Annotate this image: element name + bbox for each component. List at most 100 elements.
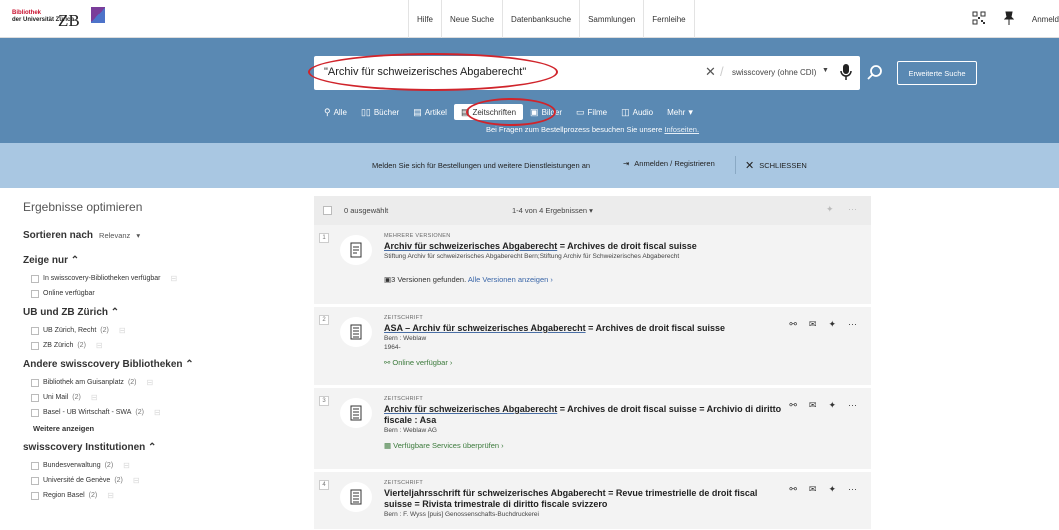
exclude-icon[interactable]: ⊟ bbox=[133, 476, 140, 485]
checkbox[interactable] bbox=[31, 461, 39, 470]
more-actions-icon[interactable]: ··· bbox=[848, 484, 857, 495]
nav-datenbanksuche[interactable]: Datenbanksuche bbox=[502, 0, 579, 38]
tab-buecher[interactable]: ▯▯ Bücher bbox=[354, 104, 406, 120]
result-type: ZEITSCHRIFT bbox=[384, 315, 424, 321]
tab-label: Bücher bbox=[373, 107, 400, 117]
more-actions-icon[interactable]: ··· bbox=[848, 400, 857, 411]
facet-label: Université de Genève bbox=[43, 477, 111, 484]
checkbox[interactable] bbox=[31, 341, 39, 350]
result-item[interactable]: 3 ZEITSCHRIFT Archiv für schweizerisches… bbox=[314, 388, 871, 472]
result-date: 1964- bbox=[384, 344, 401, 351]
facet-group-title[interactable]: Andere swisscovery Bibliotheken ⌃ bbox=[23, 359, 283, 370]
facet-item[interactable]: Bundesverwaltung (2) ⊟ bbox=[31, 458, 283, 473]
facet-group-title[interactable]: swisscovery Institutionen ⌃ bbox=[23, 442, 283, 453]
checkbox[interactable] bbox=[31, 274, 39, 283]
result-title[interactable]: Archiv für schweizerisches Abgaberecht =… bbox=[384, 241, 784, 252]
email-icon[interactable]: ✉ bbox=[809, 319, 817, 330]
facet-item[interactable]: In swisscovery-Bibliotheken verfügbar ⊟ bbox=[31, 271, 283, 286]
nav-sammlungen[interactable]: Sammlungen bbox=[579, 0, 643, 38]
sort-control[interactable]: Sortieren nach Relevanz ▾ bbox=[23, 230, 283, 241]
chevron-down-icon[interactable]: ▼ bbox=[822, 67, 829, 74]
result-title[interactable]: Vierteljahrsschrift für schweizerisches … bbox=[384, 488, 784, 510]
facet-item[interactable]: UB Zürich, Recht (2) ⊟ bbox=[31, 323, 283, 338]
facet-item[interactable]: Uni Mail (2) ⊟ bbox=[31, 390, 283, 405]
login-link[interactable]: Anmeld bbox=[1032, 15, 1059, 24]
page: Bibliothek der Universität Zürich ZB Hil… bbox=[0, 0, 1059, 530]
pin-icon[interactable]: ✦ bbox=[826, 204, 834, 215]
exclude-icon[interactable]: ⊟ bbox=[123, 461, 130, 470]
tab-audio[interactable]: ◫ Audio bbox=[614, 104, 660, 120]
sort-value[interactable]: Relevanz bbox=[99, 231, 130, 240]
email-icon[interactable]: ✉ bbox=[809, 484, 817, 495]
checkbox[interactable] bbox=[31, 326, 39, 335]
result-type: ZEITSCHRIFT bbox=[384, 480, 424, 486]
link-icon[interactable]: ⚯ bbox=[789, 319, 797, 330]
link-icon[interactable]: ⚯ bbox=[789, 484, 797, 495]
tab-filme[interactable]: ▭ Filme bbox=[569, 104, 614, 120]
facet-item[interactable]: Online verfügbar bbox=[31, 286, 283, 301]
checkbox[interactable] bbox=[31, 289, 39, 298]
search-button[interactable] bbox=[864, 56, 886, 90]
result-item[interactable]: 2 ZEITSCHRIFT ASA – Archiv für schweizer… bbox=[314, 307, 871, 388]
checkbox[interactable] bbox=[31, 476, 39, 485]
exclude-icon[interactable]: ⊟ bbox=[171, 274, 178, 283]
select-all-checkbox[interactable] bbox=[323, 206, 332, 215]
pin-icon[interactable] bbox=[1003, 11, 1015, 27]
zb-logo[interactable]: ZB bbox=[58, 11, 80, 31]
exclude-icon[interactable]: ⊟ bbox=[91, 393, 98, 402]
nav-neue-suche[interactable]: Neue Suche bbox=[441, 0, 502, 38]
facet-item[interactable]: Bibliothek am Guisanplatz (2) ⊟ bbox=[31, 375, 283, 390]
clear-icon[interactable]: ✕ bbox=[705, 64, 716, 80]
show-all-versions-link[interactable]: Alle Versionen anzeigen › bbox=[468, 275, 553, 284]
qr-code-icon[interactable] bbox=[972, 11, 986, 27]
facet-group-title[interactable]: Zeige nur ⌃ bbox=[23, 255, 283, 266]
title-main[interactable]: Archiv für schweizerisches Abgaberecht bbox=[384, 241, 557, 251]
pin-icon[interactable]: ✦ bbox=[828, 319, 836, 330]
result-publisher: Bern : F. Wyss [puis] Genossenschafts-Bu… bbox=[384, 511, 539, 518]
result-title[interactable]: Archiv für schweizerisches Abgaberecht =… bbox=[384, 404, 784, 426]
tab-alle[interactable]: ⚲ Alle bbox=[317, 104, 354, 120]
checkbox[interactable] bbox=[31, 408, 39, 417]
facet-group-title[interactable]: UB und ZB Zürich ⌃ bbox=[23, 307, 283, 318]
result-item[interactable]: 4 ZEITSCHRIFT Vierteljahrsschrift für sc… bbox=[314, 472, 871, 530]
exclude-icon[interactable]: ⊟ bbox=[96, 341, 103, 350]
login-register-link[interactable]: ⇥ Anmelden / Registrieren bbox=[623, 159, 715, 168]
facet-item[interactable]: Basel - UB Wirtschaft - SWA (2) ⊟ bbox=[31, 405, 283, 420]
result-publisher: Bern : Weblaw AG bbox=[384, 427, 437, 434]
exclude-icon[interactable]: ⊟ bbox=[107, 491, 114, 500]
result-count[interactable]: 1-4 von 4 Ergebnissen ▾ bbox=[512, 206, 593, 215]
link-icon[interactable]: ⚯ bbox=[789, 400, 797, 411]
pin-icon[interactable]: ✦ bbox=[828, 400, 836, 411]
infoseiten-link[interactable]: Infoseiten. bbox=[664, 125, 699, 134]
tab-mehr[interactable]: Mehr ▾ bbox=[660, 104, 700, 120]
availability-link[interactable]: ⚯ Online verfügbar › bbox=[384, 358, 784, 367]
title-main[interactable]: Vierteljahrsschrift für schweizerisches … bbox=[384, 488, 606, 498]
facet-item[interactable]: Region Basel (2) ⊟ bbox=[31, 488, 283, 503]
title-main[interactable]: Archiv für schweizerisches Abgaberecht bbox=[384, 404, 557, 414]
result-title[interactable]: ASA – Archiv für schweizerisches Abgaber… bbox=[384, 323, 784, 334]
services-link[interactable]: ▦ Verfügbare Services überprüfen › bbox=[384, 441, 784, 450]
checkbox[interactable] bbox=[31, 393, 39, 402]
facet-item[interactable]: ZB Zürich (2) ⊟ bbox=[31, 338, 283, 353]
more-actions-icon[interactable]: ··· bbox=[848, 204, 857, 214]
more-actions-icon[interactable]: ··· bbox=[848, 319, 857, 330]
exclude-icon[interactable]: ⊟ bbox=[154, 408, 161, 417]
pin-icon[interactable]: ✦ bbox=[828, 484, 836, 495]
close-strip-button[interactable]: ✕ SCHLIESSEN bbox=[745, 159, 807, 172]
nav-hilfe[interactable]: Hilfe bbox=[408, 0, 441, 38]
checkbox[interactable] bbox=[31, 378, 39, 387]
show-more-link[interactable]: Weitere anzeigen bbox=[33, 420, 283, 436]
advanced-search-button[interactable]: Erweiterte Suche bbox=[897, 61, 977, 85]
tab-artikel[interactable]: ▤ Artikel bbox=[406, 104, 454, 120]
search-scope-select[interactable]: swisscovery (ohne CDI) bbox=[732, 68, 816, 77]
checkbox[interactable] bbox=[31, 491, 39, 500]
microphone-icon[interactable] bbox=[840, 63, 852, 81]
title-main[interactable]: ASA – Archiv für schweizerisches Abgaber… bbox=[384, 323, 586, 333]
email-icon[interactable]: ✉ bbox=[809, 400, 817, 411]
facet-item[interactable]: Université de Genève (2) ⊟ bbox=[31, 473, 283, 488]
exclude-icon[interactable]: ⊟ bbox=[119, 326, 126, 335]
result-item[interactable]: 1 MEHRERE VERSIONEN Archiv für schweizer… bbox=[314, 225, 871, 307]
nav-fernleihe[interactable]: Fernleihe bbox=[643, 0, 695, 38]
exclude-icon[interactable]: ⊟ bbox=[147, 378, 154, 387]
chevron-down-icon[interactable]: ▾ bbox=[136, 231, 140, 240]
